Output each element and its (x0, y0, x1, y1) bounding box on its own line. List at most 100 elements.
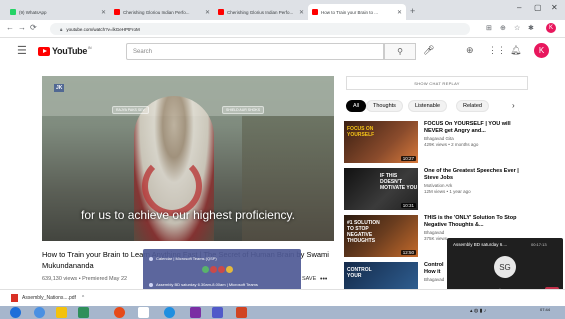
edge-icon[interactable] (34, 307, 45, 318)
tab-whatsapp[interactable]: (9) WhatsApp ✕ (6, 4, 110, 20)
bookmark-star-icon[interactable]: ☆ (514, 24, 520, 32)
notification-status-icons (202, 266, 234, 273)
chip-all[interactable]: All (346, 100, 367, 112)
video-thumbnail[interactable]: IF THIS DOESN'T MOTIVATE YOU 10:31 (344, 168, 418, 210)
close-window-icon[interactable]: ✕ (551, 3, 558, 12)
duration-badge: 12:50 (400, 250, 416, 255)
video-thumbnail[interactable]: CONTROL YOUR (344, 262, 418, 289)
zoom-icon[interactable]: ⊕ (500, 24, 506, 32)
view-count: 429K views • 2 months ago (424, 142, 479, 147)
recommendation-item[interactable]: IF THIS DOESN'T MOTIVATE YOU 10:31 One o… (344, 168, 544, 212)
apps-grid-icon[interactable]: ⋮⋮ (488, 45, 506, 56)
taskbar-clock: 07:44 (540, 307, 551, 312)
chevron-right-icon[interactable]: › (512, 101, 515, 110)
save-button[interactable]: SAVE (302, 276, 316, 282)
chip-thoughts[interactable]: Thoughts (366, 100, 403, 112)
back-icon[interactable]: ← (6, 23, 14, 32)
menu-icon[interactable]: ☰ (17, 44, 27, 57)
youtube-play-icon (38, 46, 50, 56)
onenote-icon[interactable] (190, 307, 201, 318)
close-icon[interactable]: ✕ (299, 9, 304, 16)
youtube-icon (218, 9, 224, 15)
channel-name: Bhagavad (424, 230, 445, 235)
video-thumbnail[interactable]: #1 SOLUTION TO STOP NEGATIVE THOUGHTS 12… (344, 215, 418, 257)
show-chat-replay-button[interactable]: SHOW CHAT REPLAY (346, 76, 528, 90)
whatsapp-icon (10, 9, 16, 15)
media-icon[interactable] (78, 307, 89, 318)
app-icon[interactable] (138, 307, 149, 318)
notification-line: Calendar | Microsoft Teams (QSP) (156, 256, 217, 261)
tab-label: How to Train your Brain to ... (321, 9, 379, 15)
participant-avatar: SG (494, 256, 516, 278)
status-green-icon (202, 266, 209, 273)
video-caption: for us to achieve our highest proficienc… (81, 208, 295, 222)
system-tray-icons[interactable]: ▴ ◍ ▮ ♪ (470, 308, 486, 314)
folder-icon[interactable] (56, 307, 67, 318)
chrome-icon[interactable] (114, 307, 125, 318)
thumbnail-text: FOCUS ON YOURSELF (347, 126, 375, 138)
logo-region: IN (88, 46, 92, 50)
recommendation-title: One of the Greatest Speeches Ever | Stev… (424, 168, 519, 181)
video-player[interactable]: JK RAJYA PAKS SEV SHIELD AUR SHOKS for u… (42, 76, 334, 241)
notifications-bell-icon[interactable]: 🔔︎ (510, 45, 521, 56)
teams-icon[interactable] (212, 307, 223, 318)
call-title: Assembly BD saturday 6.... (453, 242, 508, 247)
notification-line: Assembly BD saturday 6.30am-8.00am | Mic… (156, 282, 258, 287)
channel-name: Bhagavad Gita (424, 136, 454, 141)
channel-name: Bhagavad (424, 277, 445, 282)
create-video-icon[interactable]: ⊕ (466, 45, 474, 56)
close-icon[interactable]: ✕ (397, 9, 402, 16)
youtube-logo[interactable]: YouTube IN (38, 46, 92, 56)
tab-youtube-1[interactable]: Cherishing Gloriou Indian Perfo... ✕ (110, 4, 214, 20)
tab-label: (9) WhatsApp (19, 9, 47, 15)
more-actions-button[interactable]: ••• (320, 276, 327, 283)
youtube-icon (114, 9, 120, 15)
chip-related[interactable]: Related (456, 100, 489, 112)
video-views: 639,130 views • Premiered May 22 (42, 276, 128, 282)
start-icon[interactable] (10, 307, 21, 318)
video-thumbnail[interactable]: FOCUS ON YOURSELF 10:27 (344, 121, 418, 163)
reload-icon[interactable]: ⟳ (30, 23, 37, 32)
tab-youtube-active[interactable]: How to Train your Brain to ... ✕ (308, 4, 406, 20)
url-text: youtube.com/watch?v=lkGeHPtFroM (66, 26, 140, 32)
search-input[interactable]: Search (126, 43, 384, 60)
extension-icon[interactable]: ⊞ (486, 24, 492, 32)
video-tag: RAJYA PAKS SEV (112, 106, 149, 114)
tab-label: Cherishing Glorius Indian Perfo... (227, 9, 294, 15)
download-shelf (0, 289, 565, 306)
pdf-icon (11, 294, 18, 302)
profile-avatar[interactable]: K (546, 23, 556, 33)
close-icon[interactable]: ✕ (205, 9, 210, 16)
puzzle-icon[interactable]: ✱ (528, 24, 534, 32)
tab-youtube-2[interactable]: Cherishing Glorius Indian Perfo... ✕ (214, 4, 308, 20)
user-avatar[interactable]: K (534, 43, 549, 58)
download-filename: Assembly_Nations....pdf (22, 295, 76, 301)
status-yellow-icon (226, 266, 233, 273)
search-button[interactable]: ⚲ (384, 43, 416, 60)
microphone-icon[interactable]: 🎤︎ (423, 45, 434, 56)
status-red-icon (218, 266, 225, 273)
meeting-icon (149, 282, 153, 287)
new-tab-button[interactable]: + (410, 6, 415, 16)
recommendation-item[interactable]: FOCUS ON YOURSELF 10:27 FOCUS On YOURSEL… (344, 121, 544, 165)
ie-icon[interactable] (164, 307, 175, 318)
powerpoint-icon[interactable] (236, 307, 247, 318)
video-channel-logo: JK (54, 84, 65, 92)
tab-label: Cherishing Gloriou Indian Perfo... (123, 9, 190, 15)
chip-listenable[interactable]: Listenable (408, 100, 448, 112)
minimize-icon[interactable]: – (517, 3, 521, 12)
url-input[interactable]: 🔒︎ youtube.com/watch?v=lkGeHPtFroM (50, 23, 470, 35)
forward-icon[interactable]: → (18, 23, 26, 32)
calendar-icon (149, 256, 153, 261)
thumbnail-text: CONTROL YOUR (347, 267, 372, 279)
maximize-icon[interactable]: ▢ (534, 3, 542, 12)
status-red-icon (210, 266, 217, 273)
thumbnail-text: #1 SOLUTION TO STOP NEGATIVE THOUGHTS (347, 220, 380, 244)
duration-badge: 10:31 (400, 203, 416, 208)
download-item[interactable]: Assembly_Nations....pdf ^ (11, 294, 84, 302)
chevron-up-icon[interactable]: ^ (82, 295, 84, 301)
video-background-right (242, 116, 334, 241)
thumbnail-text: IF THIS DOESN'T MOTIVATE YOU (380, 173, 418, 191)
close-icon[interactable]: ✕ (101, 9, 106, 16)
lock-icon: 🔒︎ (60, 26, 63, 32)
